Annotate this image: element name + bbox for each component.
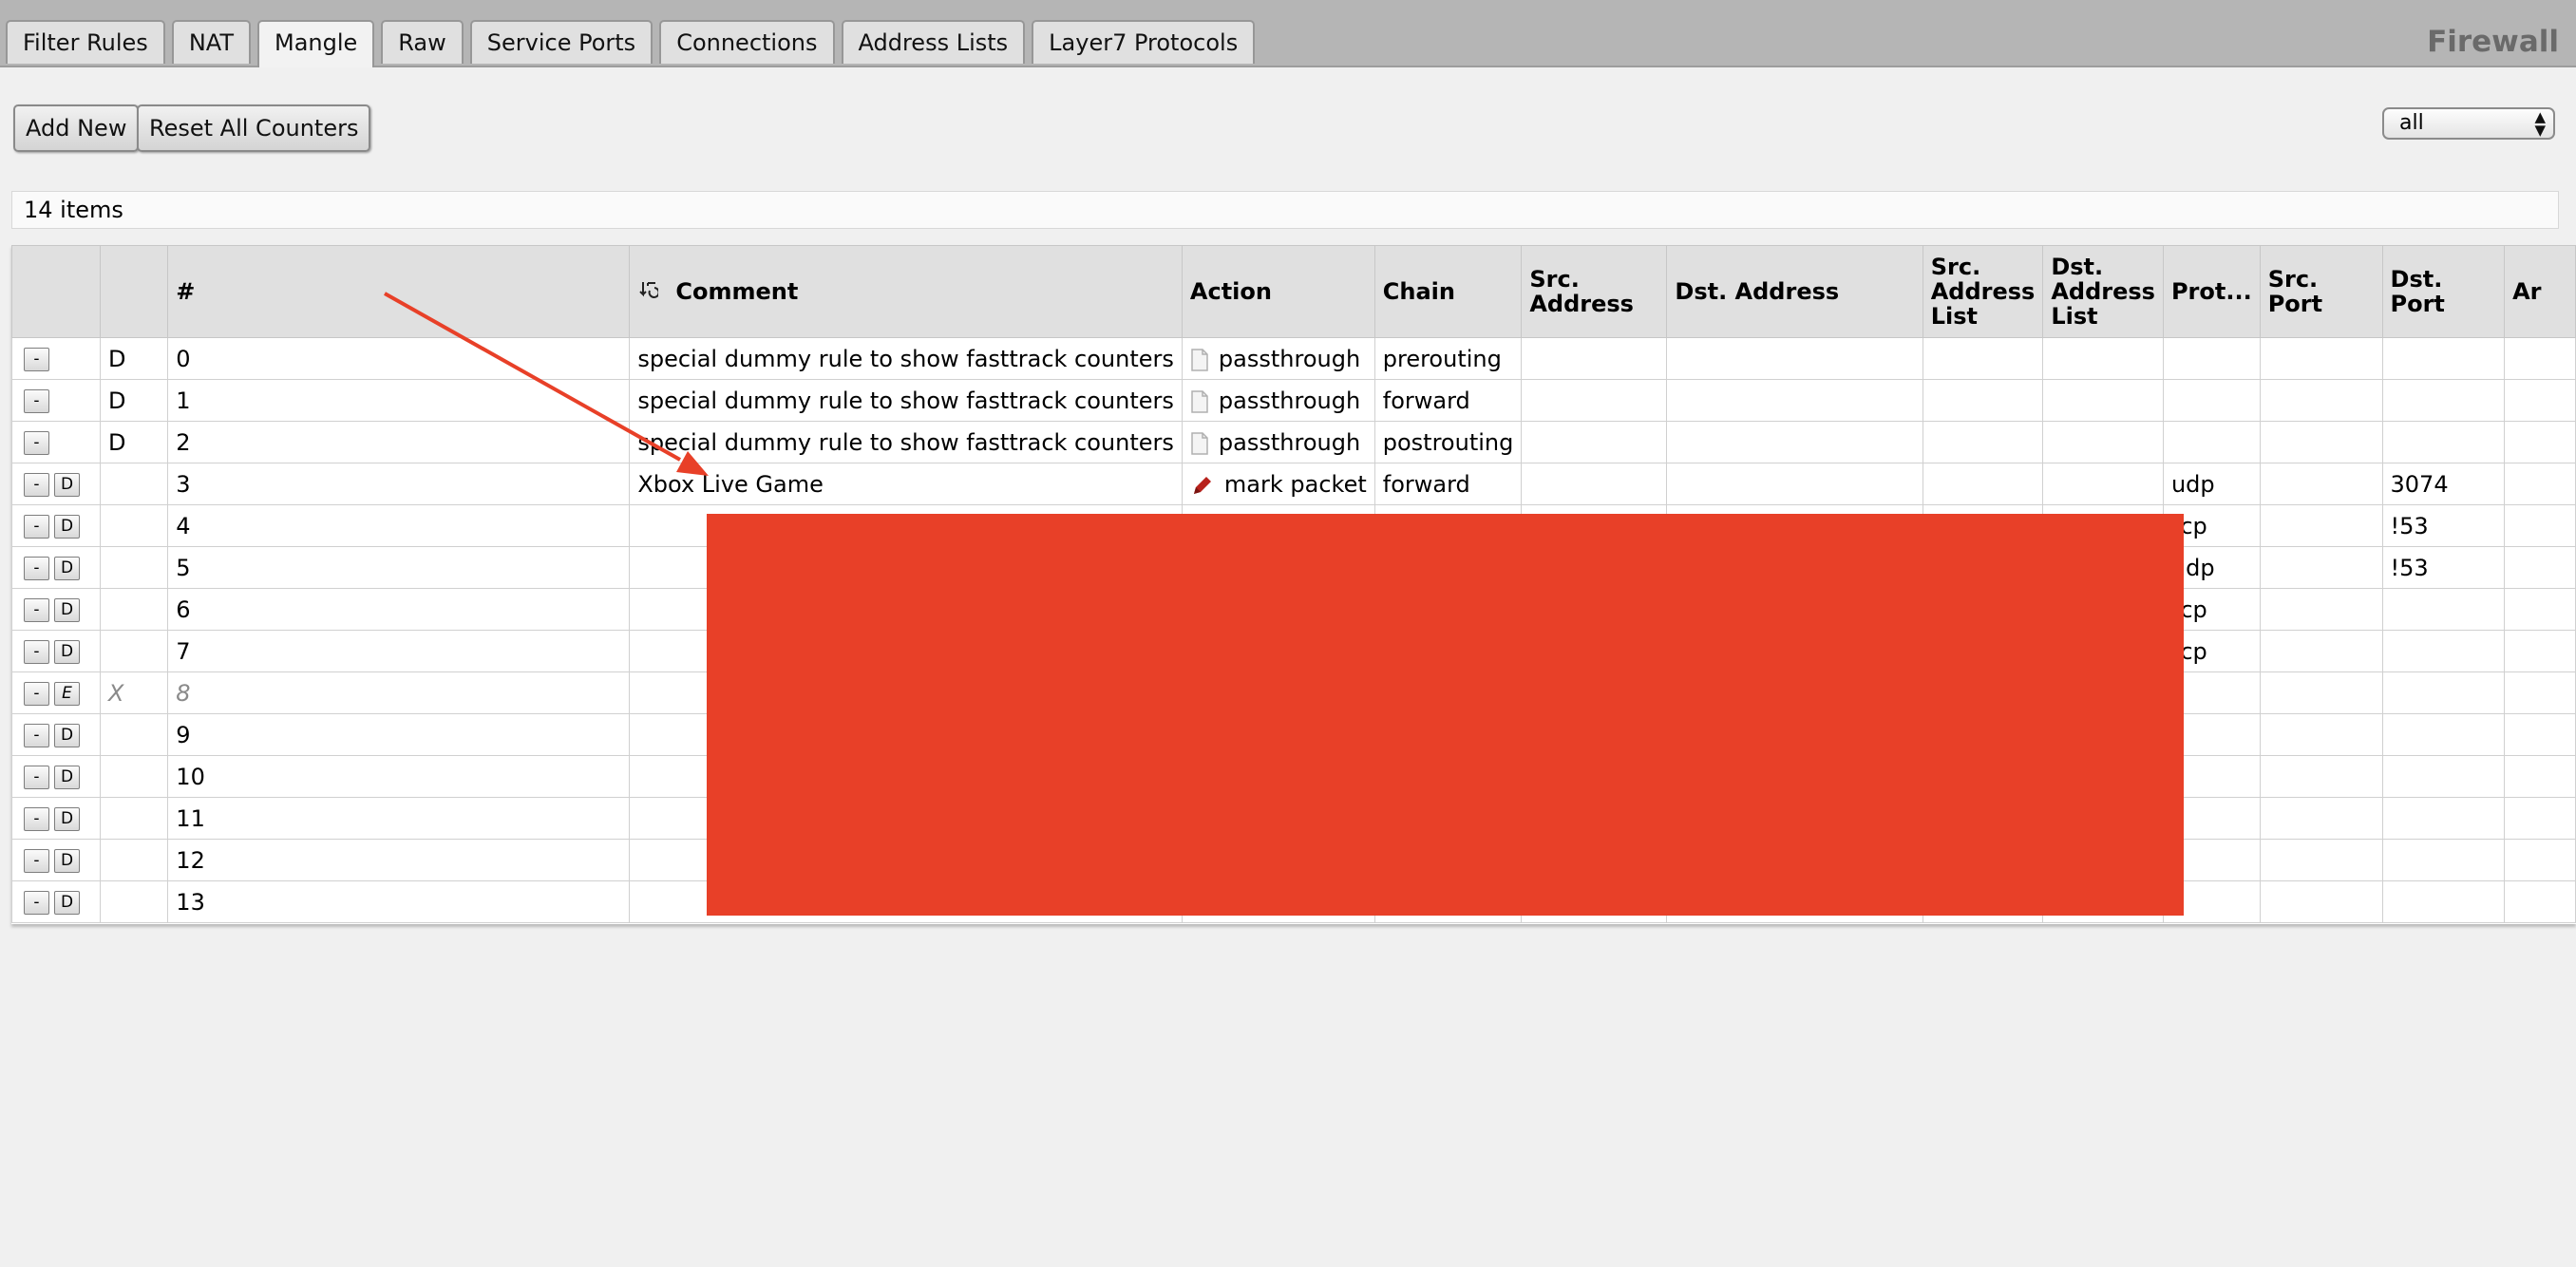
annotation-arrow-icon (384, 292, 709, 476)
